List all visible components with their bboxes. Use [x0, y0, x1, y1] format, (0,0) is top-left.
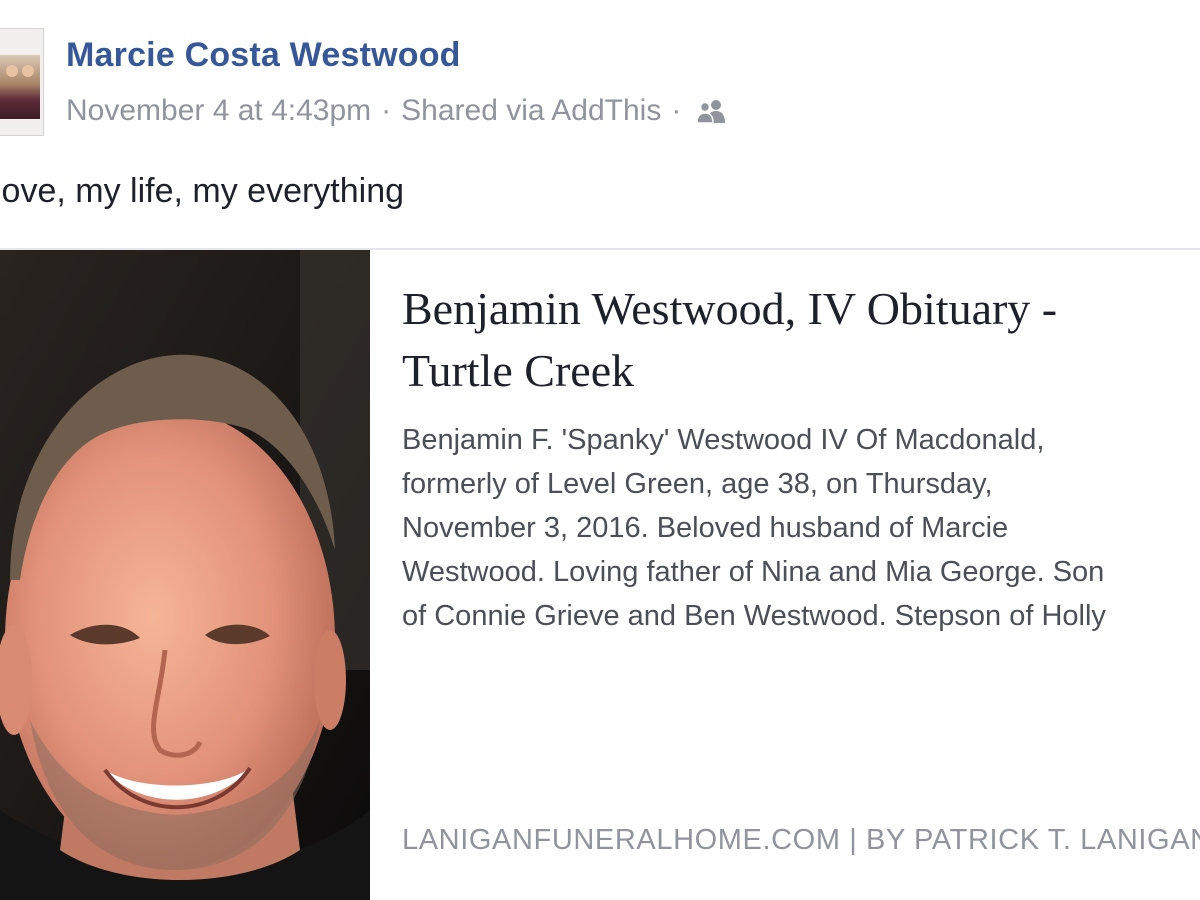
- link-preview-body: Benjamin Westwood, IV Obituary - Turtle …: [402, 250, 1200, 900]
- friends-icon[interactable]: [695, 98, 729, 124]
- description-line: Benjamin F. 'Spanky' Westwood IV Of Macd…: [402, 424, 1045, 456]
- profile-avatar[interactable]: [0, 28, 44, 136]
- link-preview-title-line: Benjamin Westwood, IV Obituary -: [402, 283, 1058, 334]
- facebook-post: Marcie Costa Westwood November 4 at 4:43…: [0, 0, 1200, 900]
- link-preview-source-caption: LANIGANFUNERALHOME.COM | BY PATRICK T. L…: [402, 824, 1200, 856]
- post-meta: November 4 at 4:43pm · Shared via AddThi…: [66, 94, 729, 128]
- post-message: love, my life, my everything: [0, 172, 405, 210]
- meta-separator: ·: [381, 94, 392, 127]
- post-timestamp-link[interactable]: November 4 at 4:43pm: [66, 94, 371, 128]
- link-preview-title-line: Turtle Creek: [402, 345, 635, 396]
- meta-separator: ·: [671, 94, 682, 127]
- description-line: formerly of Level Green, age 38, on Thur…: [402, 468, 993, 500]
- author-name-link[interactable]: Marcie Costa Westwood: [66, 36, 461, 75]
- link-preview-description: Benjamin F. 'Spanky' Westwood IV Of Macd…: [402, 418, 1200, 638]
- link-preview-title[interactable]: Benjamin Westwood, IV Obituary - Turtle …: [402, 278, 1200, 402]
- shared-via-link[interactable]: Shared via AddThis: [401, 94, 661, 128]
- avatar-photo: [0, 55, 40, 119]
- link-preview-thumbnail[interactable]: [0, 250, 370, 900]
- description-line: of Connie Grieve and Ben Westwood. Steps…: [402, 600, 1106, 632]
- portrait-photo: [0, 250, 370, 900]
- description-line: Westwood. Loving father of Nina and Mia …: [402, 556, 1105, 588]
- description-line: November 3, 2016. Beloved husband of Mar…: [402, 512, 1009, 544]
- link-preview-card[interactable]: Benjamin Westwood, IV Obituary - Turtle …: [0, 248, 1200, 900]
